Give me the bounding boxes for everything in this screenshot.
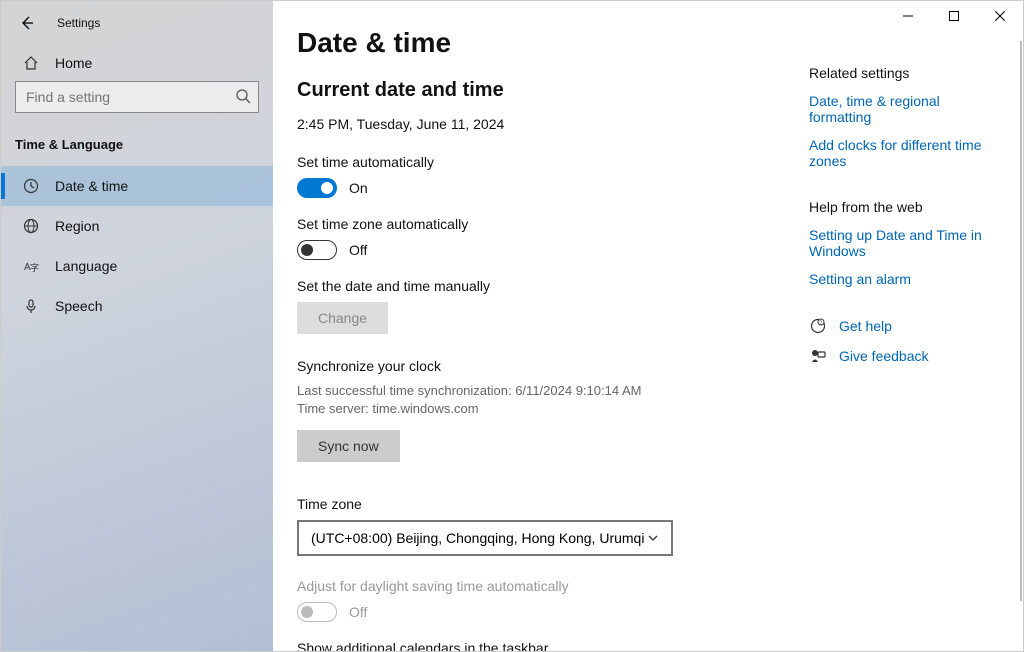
link-add-clocks[interactable]: Add clocks for different time zones [809, 137, 999, 169]
content-column: Date & time Current date and time 2:45 P… [297, 27, 797, 651]
page-title: Date & time [297, 27, 797, 59]
sidebar-home[interactable]: Home [1, 45, 273, 81]
timezone-label: Time zone [297, 496, 797, 512]
minimize-icon [903, 11, 913, 21]
maximize-icon [949, 11, 959, 21]
link-date-regional-formatting[interactable]: Date, time & regional formatting [809, 93, 999, 125]
feedback-icon [809, 347, 827, 365]
svg-text:字: 字 [30, 262, 39, 273]
sidebar-item-label: Speech [55, 298, 102, 314]
chevron-down-icon [647, 532, 659, 544]
auto-time-toggle[interactable] [297, 178, 337, 198]
language-icon: A字 [23, 258, 39, 274]
sidebar-item-language[interactable]: A字 Language [1, 246, 273, 286]
window-title: Settings [57, 16, 100, 30]
sidebar-nav: Date & time Region A字 Language Speech [1, 166, 273, 326]
sync-now-button[interactable]: Sync now [297, 430, 400, 462]
help-web-heading: Help from the web [809, 199, 999, 215]
back-button[interactable] [15, 11, 39, 35]
auto-timezone-label: Set time zone automatically [297, 216, 797, 232]
get-help-label: Get help [839, 318, 892, 334]
help-web-section: Help from the web Setting up Date and Ti… [809, 199, 999, 287]
auto-timezone-state: Off [349, 242, 367, 258]
globe-icon [23, 218, 39, 234]
aside-column: Related settings Date, time & regional f… [797, 27, 999, 651]
auto-time-label: Set time automatically [297, 154, 797, 170]
search-box [15, 81, 259, 113]
timezone-value: (UTC+08:00) Beijing, Chongqing, Hong Kon… [311, 530, 644, 546]
svg-text:?: ? [819, 321, 822, 327]
sidebar-item-region[interactable]: Region [1, 206, 273, 246]
mic-icon [23, 298, 39, 314]
sidebar-item-label: Language [55, 258, 117, 274]
get-help-row[interactable]: ? Get help [809, 317, 999, 335]
main-content[interactable]: Date & time Current date and time 2:45 P… [273, 1, 1023, 651]
get-help-icon: ? [809, 317, 827, 335]
auto-timezone-toggle[interactable] [297, 240, 337, 260]
maximize-button[interactable] [931, 1, 977, 31]
manual-set-label: Set the date and time manually [297, 278, 797, 294]
timezone-select[interactable]: (UTC+08:00) Beijing, Chongqing, Hong Kon… [297, 520, 673, 556]
auto-time-state: On [349, 180, 368, 196]
sidebar-item-label: Date & time [55, 178, 128, 194]
close-icon [995, 11, 1005, 21]
dst-label: Adjust for daylight saving time automati… [297, 578, 797, 594]
help-actions-section: ? Get help Give feedback [809, 317, 999, 365]
search-icon [235, 88, 251, 104]
link-setup-date-time[interactable]: Setting up Date and Time in Windows [809, 227, 999, 259]
sync-server: Time server: time.windows.com [297, 400, 797, 418]
search-input[interactable] [15, 81, 259, 113]
home-icon [23, 55, 39, 71]
sidebar-header: Settings [1, 1, 273, 45]
titlebar-controls [885, 1, 1023, 31]
sidebar-item-label: Region [55, 218, 99, 234]
close-button[interactable] [977, 1, 1023, 31]
scrollbar-thumb[interactable] [1020, 41, 1022, 601]
related-settings-section: Related settings Date, time & regional f… [809, 65, 999, 169]
sidebar-item-date-time[interactable]: Date & time [1, 166, 273, 206]
settings-window: Settings Home Time & Language Date & [0, 0, 1024, 652]
sidebar-category: Time & Language [1, 123, 273, 158]
search-wrap [1, 81, 273, 123]
sync-last: Last successful time synchronization: 6/… [297, 382, 797, 400]
sidebar: Settings Home Time & Language Date & [1, 1, 273, 651]
clock-icon [23, 178, 39, 194]
give-feedback-label: Give feedback [839, 348, 929, 364]
minimize-button[interactable] [885, 1, 931, 31]
back-arrow-icon [19, 15, 35, 31]
current-date-time-value: 2:45 PM, Tuesday, June 11, 2024 [297, 116, 797, 132]
additional-calendars-label: Show additional calendars in the taskbar [297, 640, 797, 651]
related-settings-heading: Related settings [809, 65, 999, 81]
sync-heading: Synchronize your clock [297, 358, 797, 374]
dst-toggle [297, 602, 337, 622]
link-setting-alarm[interactable]: Setting an alarm [809, 271, 999, 287]
sidebar-item-speech[interactable]: Speech [1, 286, 273, 326]
current-date-time-heading: Current date and time [297, 79, 797, 102]
change-date-time-button: Change [297, 302, 388, 334]
give-feedback-row[interactable]: Give feedback [809, 347, 999, 365]
sidebar-home-label: Home [55, 55, 92, 71]
dst-state: Off [349, 604, 367, 620]
